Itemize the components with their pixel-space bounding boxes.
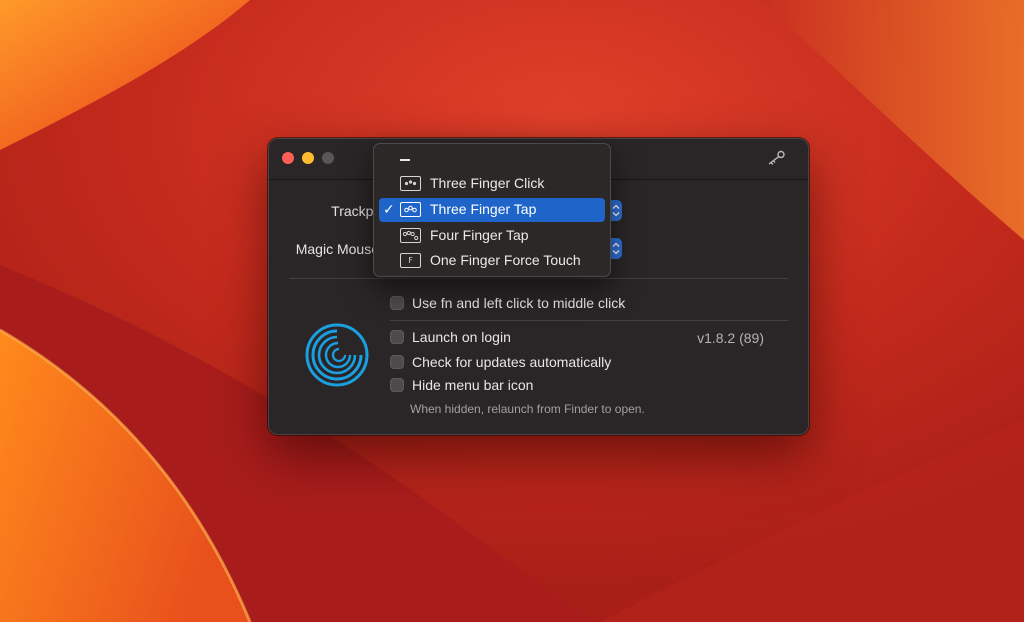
menu-item-label: Three Finger Tap: [430, 201, 537, 217]
check-updates-checkbox[interactable]: [390, 355, 404, 369]
hide-menu-icon-option[interactable]: Hide menu bar icon: [390, 375, 533, 395]
menu-item-three-finger-tap[interactable]: ✓ Three Finger Tap: [379, 198, 605, 222]
launch-on-login-checkbox[interactable]: [390, 330, 404, 344]
three-finger-tap-icon: [400, 202, 421, 217]
check-updates-label: Check for updates automatically: [412, 354, 612, 370]
force-touch-icon: F: [400, 253, 421, 268]
key-icon[interactable]: [766, 150, 786, 166]
magic-mouse-label: Magic Mouse: [295, 241, 379, 257]
fn-click-label: Use fn and left click to middle click: [412, 295, 626, 311]
section-divider: [390, 320, 788, 321]
trackpad-label: Trackpad: [331, 203, 389, 219]
hide-hint-text: When hidden, relaunch from Finder to ope…: [410, 402, 645, 416]
hide-menu-icon-checkbox[interactable]: [390, 378, 404, 392]
three-finger-click-icon: [400, 176, 421, 191]
fn-click-checkbox[interactable]: [390, 296, 404, 310]
menu-item-none[interactable]: —: [400, 159, 410, 161]
menu-item-three-finger-click[interactable]: Three Finger Click: [379, 172, 605, 196]
trackpad-popup-button[interactable]: [610, 200, 622, 221]
force-touch-letter: F: [408, 256, 413, 265]
four-finger-tap-icon: [400, 228, 421, 243]
launch-on-login-label: Launch on login: [412, 329, 511, 345]
menu-item-four-finger-tap[interactable]: Four Finger Tap: [379, 224, 605, 248]
magic-mouse-popup-button[interactable]: [610, 238, 622, 259]
hide-menu-icon-label: Hide menu bar icon: [412, 377, 534, 393]
menu-item-label: One Finger Force Touch: [430, 252, 581, 268]
section-divider: [289, 278, 788, 279]
checkmark-icon: ✓: [383, 201, 395, 217]
launch-on-login-option[interactable]: Launch on login: [390, 327, 511, 347]
menu-item-force-touch[interactable]: F One Finger Force Touch: [379, 249, 605, 273]
fn-click-option[interactable]: Use fn and left click to middle click: [390, 293, 625, 313]
menu-item-label: Three Finger Click: [430, 175, 545, 191]
close-button[interactable]: [282, 152, 294, 164]
app-logo-icon: [305, 323, 369, 387]
version-label: v1.8.2 (89): [697, 330, 764, 346]
gesture-dropdown-menu: — Three Finger Click ✓ Three Finger Tap: [373, 143, 611, 277]
chevron-up-down-icon: [612, 204, 620, 217]
check-updates-option[interactable]: Check for updates automatically: [390, 352, 611, 372]
chevron-up-down-icon: [612, 242, 620, 255]
menu-item-label: Four Finger Tap: [430, 227, 529, 243]
zoom-button[interactable]: [322, 152, 334, 164]
minimize-button[interactable]: [302, 152, 314, 164]
